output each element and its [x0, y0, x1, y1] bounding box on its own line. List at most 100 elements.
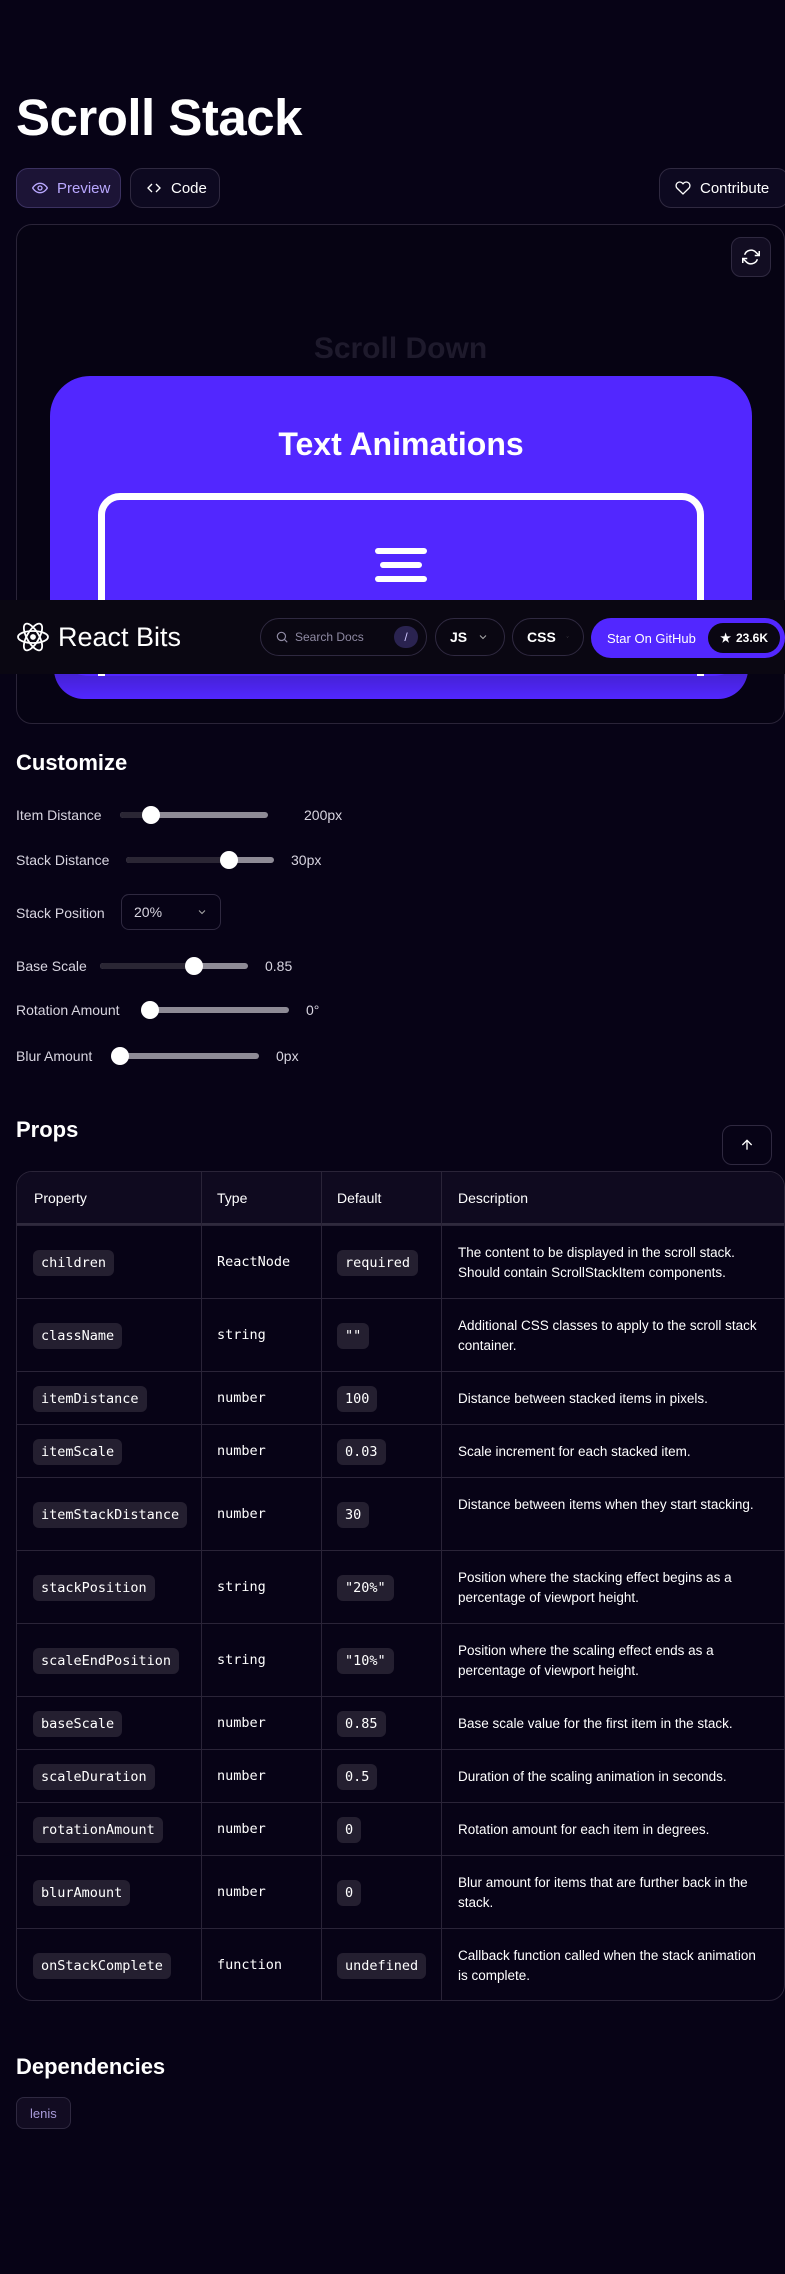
- dependency-badge: lenis: [16, 2097, 71, 2129]
- card-title: Text Animations: [278, 426, 524, 462]
- prop-name: itemStackDistance: [33, 1502, 188, 1528]
- table-row: itemDistance number 100 Distance between st…: [17, 1371, 784, 1424]
- page-title: Scroll Stack: [16, 89, 302, 146]
- github-label: Star On GitHub: [607, 630, 696, 646]
- tab-preview[interactable]: Preview: [16, 168, 121, 208]
- slider-thumb[interactable]: [185, 957, 203, 975]
- item-distance-label: Item Distance: [16, 807, 102, 823]
- logo-text: React Bits: [58, 621, 182, 652]
- prop-default: 0: [337, 1817, 362, 1843]
- prop-description: Position where the scaling effect ends a…: [458, 1643, 714, 1678]
- style-select[interactable]: CSS: [512, 618, 584, 656]
- prop-name: baseScale: [33, 1711, 123, 1737]
- stack-distance-value: 30px: [291, 852, 322, 868]
- stack-position-label: Stack Position: [16, 905, 105, 921]
- refresh-icon: [742, 249, 760, 265]
- prop-type: number: [217, 1715, 266, 1731]
- prop-name: rotationAmount: [33, 1817, 163, 1843]
- prop-default: 0: [337, 1880, 362, 1906]
- table-header: Property Type Default Description: [17, 1172, 784, 1225]
- prop-description: Blur amount for items that are further b…: [458, 1875, 748, 1910]
- tab-preview-label: Preview: [57, 179, 111, 197]
- chevron-down-icon: [198, 910, 206, 915]
- slider-fill: [126, 857, 229, 863]
- prop-default: 30: [337, 1502, 370, 1528]
- refresh-button[interactable]: [731, 237, 771, 277]
- prop-type: number: [217, 1443, 266, 1459]
- prop-type: number: [217, 1884, 266, 1900]
- chevron-down-icon: [479, 635, 487, 640]
- prop-default: undefined: [337, 1953, 427, 1979]
- prop-type: function: [217, 1957, 283, 1973]
- tab-code[interactable]: Code: [130, 168, 220, 208]
- stack-distance-slider[interactable]: [126, 851, 274, 869]
- prop-type: string: [217, 1327, 266, 1343]
- slider-thumb[interactable]: [220, 851, 238, 869]
- prop-name: scaleEndPosition: [33, 1648, 180, 1674]
- table-row: itemScale number 0.03 Scale increment for e…: [17, 1424, 784, 1477]
- table-row: blurAmount number 0 Blur amount for items t…: [17, 1855, 784, 1928]
- stack-position-select[interactable]: 20%: [121, 894, 221, 930]
- table-row: rotationAmount number 0 Rotation amount for…: [17, 1802, 784, 1855]
- star-count-value: 23.6K: [735, 631, 768, 645]
- base-scale-slider[interactable]: [100, 957, 248, 975]
- text-lines-icon: [375, 548, 427, 590]
- github-star-button[interactable]: Star On GitHub ★ 23.6K: [591, 618, 785, 658]
- prop-default: "20%": [337, 1575, 394, 1601]
- prop-default: "10%": [337, 1648, 394, 1674]
- prop-type: string: [217, 1652, 266, 1668]
- table-row: baseScale number 0.85 Base scale value for …: [17, 1696, 784, 1749]
- search-shortcut: /: [394, 626, 418, 648]
- prop-name: itemDistance: [33, 1386, 147, 1412]
- contribute-label: Contribute: [700, 179, 770, 197]
- prop-name: onStackComplete: [33, 1953, 171, 1979]
- prop-default: required: [337, 1250, 419, 1276]
- prop-default: 100: [337, 1386, 378, 1412]
- scroll-top-button[interactable]: [722, 1125, 772, 1165]
- blur-amount-slider[interactable]: [111, 1047, 259, 1065]
- stack-distance-label: Stack Distance: [16, 852, 110, 868]
- prop-name: blurAmount: [33, 1880, 131, 1906]
- heart-icon: [675, 181, 691, 195]
- item-distance-value: 200px: [304, 807, 343, 823]
- prop-description: Callback function called when the stack …: [458, 1948, 756, 1983]
- prop-description: Duration of the scaling animation in sec…: [458, 1769, 727, 1784]
- slider-thumb[interactable]: [142, 806, 160, 824]
- logo[interactable]: React Bits: [16, 620, 181, 654]
- prop-description: Rotation amount for each item in degrees…: [458, 1822, 710, 1837]
- prop-description: Scale increment for each stacked item.: [458, 1444, 691, 1459]
- slider-thumb[interactable]: [141, 1001, 159, 1019]
- base-scale-label: Base Scale: [16, 958, 87, 974]
- prop-type: string: [217, 1579, 266, 1595]
- prop-type: number: [217, 1390, 266, 1406]
- prop-name: stackPosition: [33, 1575, 155, 1601]
- top-navbar: React Bits Search Docs / JS CSS Star On …: [0, 600, 785, 674]
- dependencies-heading: Dependencies: [16, 2054, 166, 2079]
- prop-description: Position where the stacking effect begin…: [458, 1570, 732, 1605]
- contribute-button[interactable]: Contribute: [659, 168, 785, 208]
- header-type: Type: [217, 1190, 248, 1206]
- prop-name: className: [33, 1323, 123, 1349]
- prop-description: Additional CSS classes to apply to the s…: [458, 1318, 757, 1353]
- prop-description: Distance between items when they start s…: [458, 1497, 754, 1512]
- prop-default: "": [337, 1323, 370, 1349]
- language-value: JS: [450, 629, 468, 645]
- slider-thumb[interactable]: [111, 1047, 129, 1065]
- code-icon: [147, 183, 161, 193]
- blur-amount-value: 0px: [276, 1048, 299, 1064]
- search-input[interactable]: Search Docs /: [260, 618, 427, 656]
- language-select[interactable]: JS: [435, 618, 505, 656]
- table-row: children ReactNode required The content to …: [17, 1225, 784, 1298]
- rotation-amount-slider[interactable]: [141, 1001, 289, 1019]
- rotation-amount-label: Rotation Amount: [16, 1002, 120, 1018]
- customize-heading: Customize: [16, 750, 128, 775]
- item-distance-slider[interactable]: [120, 806, 268, 824]
- prop-type: number: [217, 1506, 266, 1522]
- base-scale-value: 0.85: [265, 958, 293, 974]
- header-default: Default: [337, 1190, 382, 1206]
- table-row: className string "" Additional CSS classes …: [17, 1298, 784, 1371]
- slider-fill: [100, 963, 194, 969]
- props-table: Property Type Default Description childr…: [16, 1171, 785, 2001]
- prop-name: scaleDuration: [33, 1764, 155, 1790]
- rotation-amount-value: 0°: [306, 1002, 320, 1018]
